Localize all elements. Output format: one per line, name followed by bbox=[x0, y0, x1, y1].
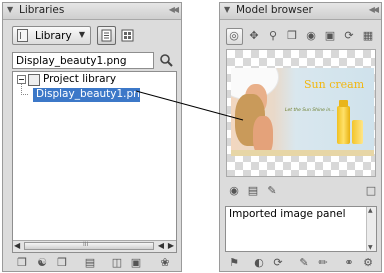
chevron-down-icon: ▼ bbox=[78, 30, 85, 39]
ad-bottom-band bbox=[231, 150, 374, 156]
cream-bottle bbox=[337, 106, 350, 144]
description-textarea[interactable]: Imported image panel ▲ ▼ bbox=[225, 206, 377, 252]
brush-icon[interactable]: ✎ bbox=[298, 257, 310, 269]
refresh-icon[interactable]: ⟳ bbox=[272, 257, 284, 269]
search-button[interactable] bbox=[158, 52, 175, 69]
library-dropdown-label: Library bbox=[35, 30, 72, 42]
scroll-right-end-icon[interactable]: ▶ bbox=[168, 241, 174, 250]
model-browser-bottom-toolbar: ⚑ ◐ ⟳ ✎ ✏ ⚭ ⚙ bbox=[220, 257, 381, 271]
camera-icon[interactable]: ◉ bbox=[228, 185, 240, 197]
collapse-arrow-icon[interactable]: ▼ bbox=[224, 5, 230, 14]
link-icon[interactable]: ⚭ bbox=[343, 257, 355, 269]
export-icon[interactable]: ◫ bbox=[111, 257, 123, 269]
rotate-icon[interactable]: ⟳ bbox=[343, 30, 355, 42]
library-search-field[interactable]: Display_beauty1.png bbox=[12, 52, 154, 69]
tree-item-label: Display_beauty1.png bbox=[36, 88, 147, 100]
description-scrollbar[interactable]: ▲ ▼ bbox=[366, 207, 376, 251]
settings-icon[interactable]: ❀ bbox=[159, 257, 171, 269]
libraries-title: Libraries bbox=[19, 4, 65, 16]
copy-icon[interactable]: ❐ bbox=[16, 257, 28, 269]
headline-text: Sun cream bbox=[304, 78, 365, 91]
capture-icon[interactable]: ▤ bbox=[247, 185, 259, 197]
model-browser-titlebar: ▼ Model browser ◀◀ bbox=[220, 3, 381, 20]
collapse-arrow-icon[interactable]: ▼ bbox=[7, 5, 13, 14]
frame-icon[interactable]: ▣ bbox=[324, 30, 336, 42]
scroll-down-icon[interactable]: ▼ bbox=[368, 244, 373, 251]
tree-item-selected[interactable]: Display_beauty1.png bbox=[33, 88, 147, 102]
edit-icon[interactable]: ✎ bbox=[266, 185, 278, 197]
replace-icon[interactable]: ▣ bbox=[130, 257, 142, 269]
model-browser-panel: ▼ Model browser ◀◀ ◎ ✥ ⚲ ❒ ◉ ▣ ⟳ ▦ Sun c… bbox=[219, 2, 382, 272]
move-icon[interactable]: ✥ bbox=[248, 30, 260, 42]
model-browser-toolbar: ◎ ✥ ⚲ ❒ ◉ ▣ ⟳ ▦ bbox=[220, 28, 381, 45]
model-preview-toolbar: ◉ ▤ ✎ □ bbox=[220, 185, 381, 199]
duplicate-icon[interactable]: ❒ bbox=[56, 257, 68, 269]
dock-panel-icon[interactable]: ◀◀ bbox=[369, 5, 379, 14]
libraries-titlebar: ▼ Libraries ◀◀ bbox=[3, 3, 181, 20]
libraries-panel: ▼ Libraries ◀◀ Library ▼ Display_beauty1… bbox=[2, 2, 182, 272]
gear-icon[interactable]: ⚙ bbox=[362, 257, 374, 269]
library-book-icon bbox=[17, 29, 28, 42]
page-icon[interactable]: □ bbox=[365, 185, 377, 197]
tree-connector bbox=[21, 84, 28, 95]
grid-icon[interactable]: ▦ bbox=[362, 30, 374, 42]
list-view-button[interactable] bbox=[97, 26, 116, 45]
zoom-icon[interactable]: ⚲ bbox=[267, 30, 279, 42]
scroll-left-icon[interactable]: ◀ bbox=[14, 241, 20, 250]
horizontal-scrollbar[interactable]: ◀ III ◀ ▶ bbox=[13, 240, 176, 252]
target-icon: ◎ bbox=[229, 29, 239, 42]
search-icon bbox=[160, 54, 173, 67]
library-dropdown[interactable]: Library ▼ bbox=[12, 26, 91, 45]
scroll-thumb-grip: III bbox=[83, 241, 89, 248]
cream-bottle-small bbox=[352, 120, 363, 144]
cube-icon[interactable]: ❒ bbox=[286, 30, 298, 42]
model-browser-title: Model browser bbox=[236, 4, 313, 16]
binoculars-icon[interactable]: ☯ bbox=[36, 257, 48, 269]
contrast-icon[interactable]: ◐ bbox=[253, 257, 265, 269]
model-preview-area[interactable]: Sun cream Let the Sun Shine in... bbox=[226, 49, 376, 177]
tagline-text: Let the Sun Shine in... bbox=[285, 108, 335, 113]
description-text: Imported image panel bbox=[229, 208, 346, 220]
flag-icon[interactable]: ⚑ bbox=[228, 257, 240, 269]
cream-bottle-cap bbox=[339, 100, 348, 107]
thumbnail-view-button[interactable] bbox=[119, 27, 136, 44]
scroll-right-icon[interactable]: ◀ bbox=[158, 241, 164, 250]
library-folder-icon bbox=[28, 74, 40, 86]
select-tool-button[interactable]: ◎ bbox=[226, 28, 243, 45]
sphere-icon[interactable]: ◉ bbox=[305, 30, 317, 42]
dock-panel-icon[interactable]: ◀◀ bbox=[169, 5, 179, 14]
list-view-icon bbox=[101, 29, 112, 42]
sun-cream-ad-image: Sun cream Let the Sun Shine in... bbox=[231, 68, 374, 156]
libraries-toolbar: ❐ ☯ ❒ ▤ ◫ ▣ ❀ bbox=[3, 257, 181, 271]
library-tree[interactable]: Project library Display_beauty1.png ◀ II… bbox=[12, 71, 177, 253]
tree-root-label: Project library bbox=[43, 73, 117, 85]
scroll-up-icon[interactable]: ▲ bbox=[368, 207, 373, 214]
import-icon[interactable]: ▤ bbox=[84, 257, 96, 269]
pencil-icon[interactable]: ✏ bbox=[317, 257, 329, 269]
scroll-thumb[interactable]: III bbox=[24, 241, 154, 250]
tree-collapse-icon[interactable] bbox=[17, 75, 26, 84]
library-search-value: Display_beauty1.png bbox=[16, 55, 127, 67]
thumbnail-view-icon bbox=[121, 29, 134, 42]
